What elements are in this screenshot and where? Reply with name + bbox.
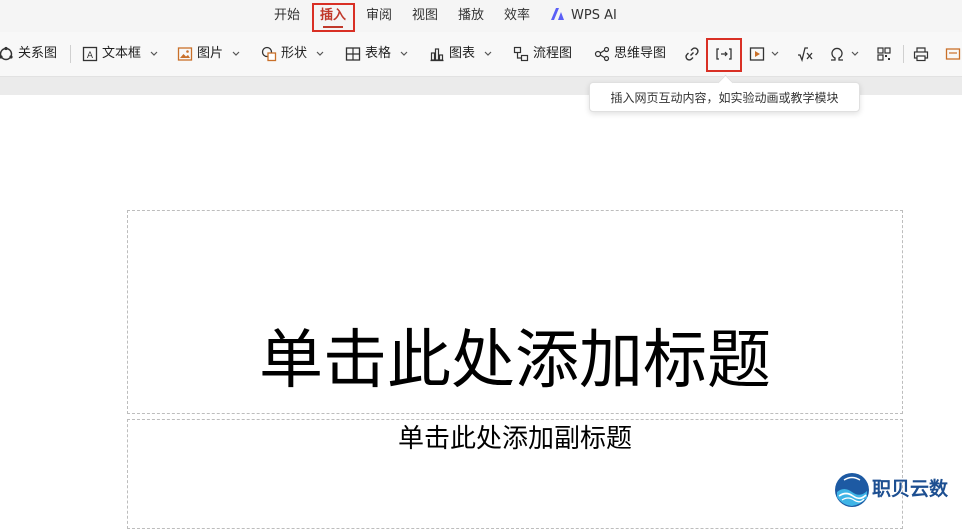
chevron-down-icon — [316, 51, 324, 56]
relation-label: 关系图 — [18, 46, 58, 61]
qr-icon — [877, 46, 891, 61]
chevron-down-icon — [400, 51, 408, 56]
watermark-text: 职贝云数 — [872, 478, 949, 500]
web-content-tooltip: 插入网页互动内容，如实验动画或教学模块 — [589, 82, 860, 112]
chevron-down-icon — [771, 51, 779, 56]
link-icon — [685, 46, 699, 61]
shape-icon — [261, 46, 277, 62]
web-content-highlight — [706, 38, 742, 72]
picture-button[interactable]: 图片 — [177, 42, 240, 66]
svg-text:A: A — [87, 51, 94, 61]
ribbon-divider — [903, 45, 904, 63]
tab-wps-ai[interactable]: WPS AI — [571, 5, 617, 27]
table-icon — [345, 47, 361, 61]
textbox-label: 文本框 — [102, 46, 142, 61]
chart-icon — [430, 48, 444, 62]
slide-canvas: 单击此处添加标题 单击此处添加副标题 — [0, 95, 962, 529]
wps-ai-icon — [551, 8, 564, 20]
title-placeholder-text: 单击此处添加标题 — [259, 324, 771, 398]
ribbon-toolbar: 关系图 A 文本框 图片 形状 表格 图表 流程图 思维导图 — [0, 32, 962, 77]
link-button[interactable] — [684, 42, 704, 66]
chart-label: 图表 — [449, 46, 476, 61]
formula-button[interactable] — [797, 42, 819, 66]
subtitle-placeholder[interactable]: 单击此处添加副标题 — [127, 419, 903, 529]
shape-button[interactable]: 形状 — [261, 42, 324, 66]
chevron-down-icon — [484, 51, 492, 56]
chevron-down-icon — [232, 51, 240, 56]
tab-view[interactable]: 视图 — [412, 5, 438, 27]
insert-tab-highlight — [312, 3, 355, 32]
menu-tab-bar: 开始 插入 审阅 视图 播放 效率 WPS AI — [0, 0, 962, 32]
flowchart-button[interactable]: 流程图 — [513, 42, 572, 66]
chart-button[interactable]: 图表 — [429, 42, 492, 66]
textbox-button[interactable]: A 文本框 — [82, 42, 158, 66]
table-button[interactable]: 表格 — [345, 42, 408, 66]
tab-play[interactable]: 播放 — [458, 5, 484, 27]
chevron-down-icon — [150, 51, 158, 56]
formula-icon — [798, 46, 813, 62]
flowchart-icon — [513, 46, 529, 62]
picture-icon — [177, 47, 193, 61]
symbol-button[interactable] — [829, 42, 859, 66]
watermark: 职贝云数 — [834, 470, 962, 510]
tab-start[interactable]: 开始 — [274, 5, 300, 27]
shape-label: 形状 — [281, 46, 308, 61]
tab-efficiency[interactable]: 效率 — [504, 5, 530, 27]
chevron-down-icon — [851, 51, 859, 56]
more-button[interactable] — [945, 42, 962, 66]
media-button[interactable] — [749, 42, 779, 66]
more-icon — [945, 47, 961, 60]
symbol-icon — [831, 47, 843, 61]
mindmap-icon — [594, 46, 610, 62]
table-label: 表格 — [365, 46, 392, 61]
relation-button[interactable]: 关系图 — [0, 42, 57, 66]
mindmap-button[interactable]: 思维导图 — [594, 42, 666, 66]
mindmap-label: 思维导图 — [614, 46, 667, 61]
textbox-icon: A — [82, 46, 98, 62]
picture-label: 图片 — [197, 46, 224, 61]
title-placeholder[interactable]: 单击此处添加标题 — [127, 210, 903, 414]
ribbon-divider — [70, 45, 71, 63]
print-icon — [913, 46, 929, 61]
watermark-logo-icon — [835, 473, 869, 507]
subtitle-placeholder-text: 单击此处添加副标题 — [397, 424, 632, 454]
media-icon — [749, 46, 765, 61]
qr-button[interactable] — [876, 42, 896, 66]
tab-review[interactable]: 审阅 — [366, 5, 392, 27]
relation-icon — [0, 46, 13, 61]
flowchart-label: 流程图 — [533, 46, 573, 61]
print-button[interactable] — [913, 42, 933, 66]
